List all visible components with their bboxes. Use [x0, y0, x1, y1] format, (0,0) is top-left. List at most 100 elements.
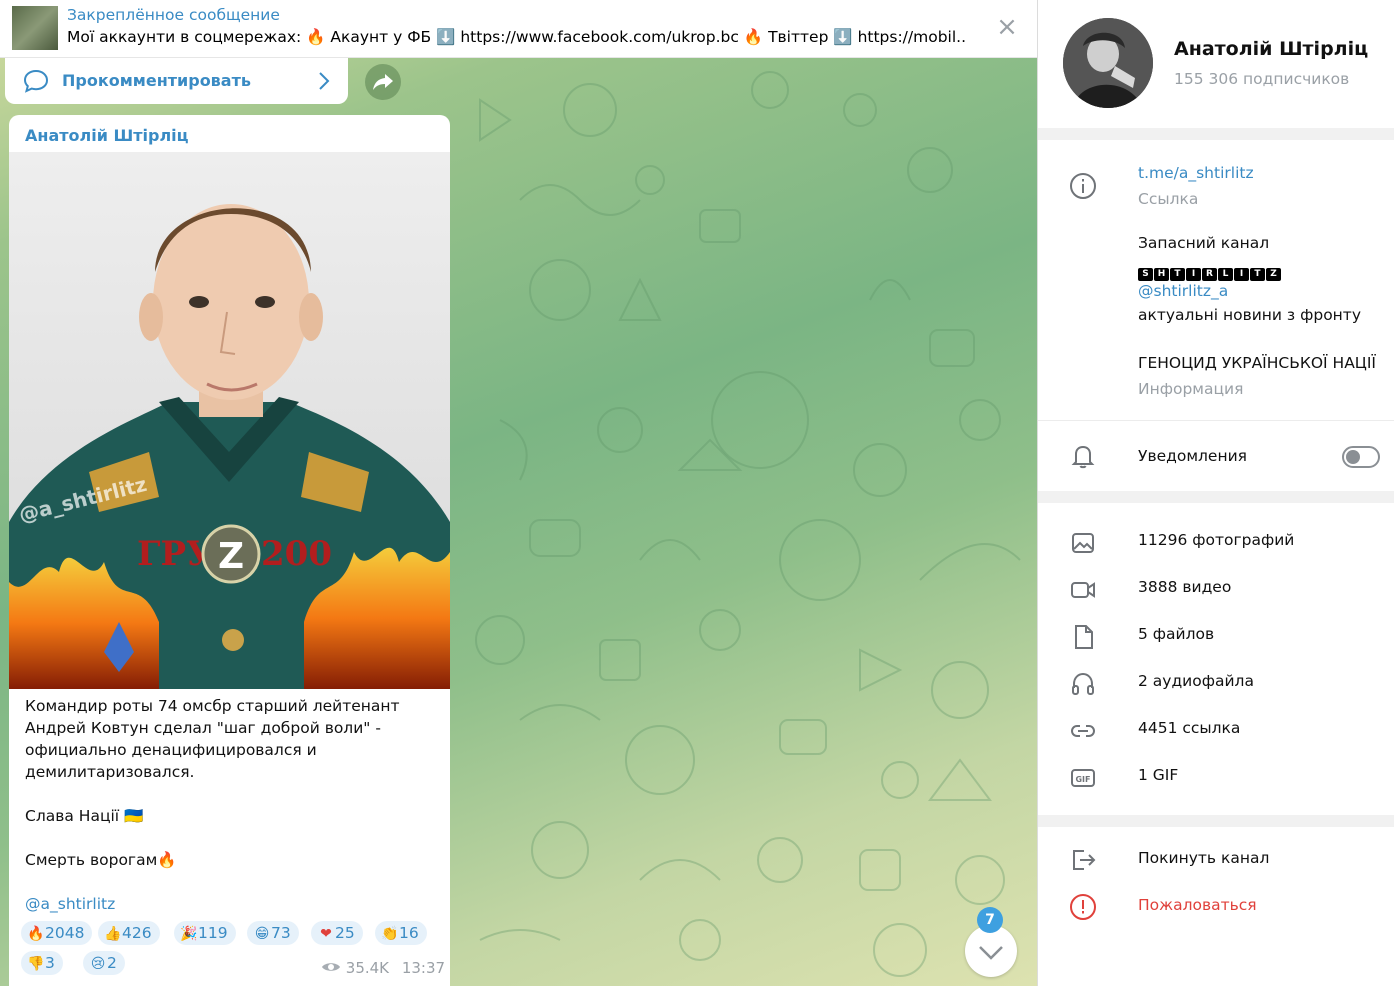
chevron-right-icon [319, 72, 330, 90]
channel-info-section: t.me/a_shtirlitz Ссылка Запасний канал S… [1038, 140, 1394, 491]
link-caption: Ссылка [1138, 190, 1199, 208]
fire-icon: 🔥 [27, 926, 45, 942]
warning-icon [1070, 894, 1096, 920]
channel-link[interactable]: t.me/a_shtirlitz [1138, 164, 1254, 182]
media-label: 1 GIF [1138, 766, 1179, 784]
post-line: демилитаризовался. [25, 763, 195, 781]
post-line: официально денацифицировался и [25, 741, 317, 759]
view-count: 35.4K [345, 959, 390, 977]
cry-icon: 😢 [90, 956, 106, 972]
badge-letter: S [1138, 268, 1153, 281]
reaction-count: 2048 [45, 924, 85, 942]
badge-letter: R [1202, 268, 1217, 281]
badge-letter: Z [218, 536, 244, 577]
leave-label: Покинуть канал [1138, 849, 1270, 867]
eye-icon [322, 963, 340, 971]
badge-letter: I [1234, 268, 1249, 281]
gif-icon: GIF [1071, 769, 1095, 787]
description-line: актуальні новини з фронту [1138, 306, 1362, 324]
notifications-label: Уведомления [1138, 447, 1247, 465]
unread-count-badge: 7 [977, 907, 1003, 933]
channel-actions: Покинуть канал Пожаловаться [1038, 827, 1394, 986]
link-icon [1070, 725, 1096, 737]
post-photo[interactable]: ГРУ Z 200 @a_shtirlitz [9, 152, 450, 689]
media-label: 2 аудиофайла [1138, 672, 1254, 690]
pinned-text: Мої аккаунти в соцмережах: 🔥 Акаунт у ФБ… [67, 28, 967, 46]
reaction-cry[interactable]: 😢 2 [83, 951, 125, 975]
post-smert: Смерть ворогам🔥 [25, 851, 177, 869]
backup-channel-badges: SHTIRLITZ [1138, 261, 1282, 281]
info-icon [1070, 173, 1096, 199]
pinned-thumbnail [12, 6, 58, 50]
avatar[interactable] [1063, 18, 1153, 108]
video-icon [1071, 582, 1095, 598]
file-icon [1075, 625, 1093, 649]
post-time: 13:37 [401, 959, 446, 977]
thumbs-down-icon: 👎 [27, 956, 45, 972]
reaction-party[interactable]: 🎉119 [174, 921, 236, 945]
post-line: Командир роты 74 омсбр старший лейтенант [25, 697, 400, 715]
description-line: Запасний канал [1138, 234, 1270, 252]
badge-letter: Z [1266, 268, 1281, 281]
shared-media-section: 11296 фотографий 3888 видео 5 файлов 2 а… [1038, 503, 1394, 815]
channel-header: Анатолій Штірліц 155 306 подписчиков [1038, 0, 1394, 128]
audio-icon [1072, 672, 1094, 695]
reaction-count: 73 [271, 924, 291, 942]
post-author[interactable]: Анатолій Штірліц [25, 126, 189, 145]
media-label: 3888 видео [1138, 578, 1232, 596]
post-line: Андрей Ковтун сделал "шаг доброй воли" - [25, 719, 381, 737]
post-meta: 35.4K 13:37 [321, 959, 445, 977]
post-signature-link[interactable]: @a_shtirlitz [25, 893, 435, 915]
reaction-count: 426 [122, 924, 152, 942]
channel-info-panel: Анатолій Штірліц 155 306 подписчиков t.m… [1037, 0, 1394, 986]
reaction-fire[interactable]: 🔥2048 [21, 921, 93, 945]
thumbs-up-icon: 👍 [104, 926, 122, 942]
close-icon[interactable]: × [993, 14, 1021, 42]
channel-name: Анатолій Штірліц [1174, 38, 1369, 60]
badge-letter: L [1218, 268, 1233, 281]
reaction-count: 2 [107, 954, 117, 972]
grin-icon: 😁 [254, 926, 270, 942]
badge-letter: I [1186, 268, 1201, 281]
post-slava: Слава Нації 🇺🇦 [25, 807, 144, 825]
reaction-count: 25 [335, 924, 355, 942]
comment-icon [23, 69, 49, 93]
backup-channel-link[interactable]: @shtirlitz_a [1138, 282, 1228, 300]
subscriber-count: 155 306 подписчиков [1174, 70, 1350, 88]
notifications-toggle[interactable] [1342, 446, 1380, 468]
media-label: 4451 ссылка [1138, 719, 1241, 737]
reaction-grin[interactable]: 😁 73 [247, 921, 299, 945]
reaction-count: 16 [399, 924, 419, 942]
reaction-clap[interactable]: 👏16 [375, 921, 427, 945]
photo-icon [1072, 533, 1094, 553]
heart-icon: ❤ [320, 926, 332, 942]
reaction-thumbs-up[interactable]: 👍426 [98, 921, 160, 945]
share-icon [373, 74, 393, 90]
comment-button[interactable]: Прокомментировать [5, 58, 348, 104]
badge-letter: H [1154, 268, 1169, 281]
forward-button[interactable] [365, 64, 401, 100]
badge-right-text: 200 [261, 534, 332, 574]
reaction-thumbs-down[interactable]: 👎3 [21, 951, 63, 975]
reaction-heart[interactable]: ❤ 25 [311, 921, 363, 945]
pinned-message-bar[interactable]: Закреплённое сообщение Мої аккаунти в со… [0, 0, 1037, 58]
reaction-count: 3 [45, 954, 55, 972]
party-icon: 🎉 [180, 926, 198, 942]
divider [1038, 420, 1394, 421]
badge-letter: T [1170, 268, 1185, 281]
media-label: 5 файлов [1138, 625, 1215, 643]
svg-text:GIF: GIF [1075, 775, 1090, 784]
channel-post: Анатолій Штірліц ГРУ Z 200 @a_shtirlitz … [9, 115, 450, 986]
toggle-knob [1346, 450, 1360, 464]
post-text: Командир роты 74 омсбр старший лейтенант… [25, 695, 435, 915]
leave-icon [1073, 850, 1096, 870]
clap-icon: 👏 [381, 926, 399, 942]
badge-letter: T [1250, 268, 1265, 281]
media-label: 11296 фотографий [1138, 531, 1295, 549]
info-caption: Информация [1138, 380, 1244, 398]
description-line: ГЕНОЦИД УКРАЇНСЬКОЇ НАЦІЇ [1138, 354, 1376, 372]
reaction-count: 119 [198, 924, 228, 942]
bell-icon [1071, 445, 1095, 469]
pinned-title: Закреплённое сообщение [67, 6, 280, 24]
comment-label: Прокомментировать [62, 71, 251, 90]
